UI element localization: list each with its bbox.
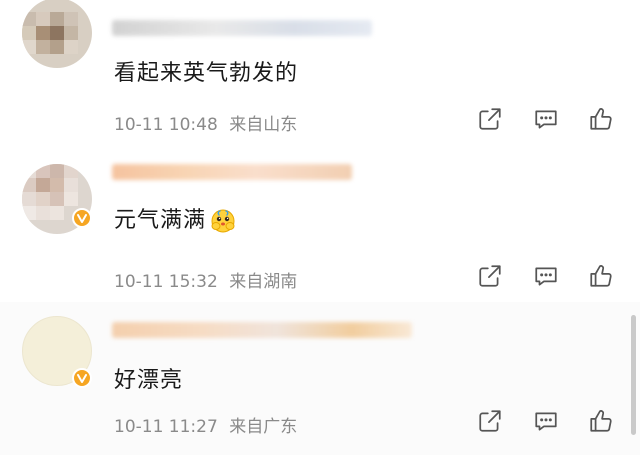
comment-meta: 10-11 11:27 来自广东 [114,412,297,437]
reply-button[interactable] [531,261,561,291]
comment-location: 来自广东 [229,417,298,437]
username-blurred[interactable] [112,164,352,180]
comment-text: 元气满满 [114,202,236,234]
like-button[interactable] [586,406,616,436]
cute-face-emoji [211,209,235,233]
verified-badge [72,368,92,388]
comment-meta: 10-11 15:32 来自湖南 [114,267,297,292]
share-icon [479,410,501,432]
verified-badge [72,208,92,228]
share-button[interactable] [475,406,505,436]
like-button[interactable] [586,261,616,291]
share-icon [479,108,501,130]
comment-location: 来自山东 [229,115,298,135]
thumbs-up-icon [590,108,612,130]
comment-time: 10-11 11:27 [114,417,218,437]
share-button[interactable] [475,261,505,291]
scrollbar[interactable] [631,315,636,435]
comment-time: 10-11 10:48 [114,115,218,135]
comment-text-content: 元气满满 [114,208,207,233]
comment-meta: 10-11 10:48 来自山东 [114,110,297,135]
comment-item: 好漂亮 10-11 11:27 来自广东 [0,302,640,455]
username-blurred[interactable] [112,20,372,36]
comment-text: 看起来英气勃发的 [114,61,299,86]
comment-text: 好漂亮 [114,368,184,393]
comment-item: 元气满满 10-11 15:32 来自湖南 [0,150,640,300]
like-button[interactable] [586,104,616,134]
reply-button[interactable] [531,104,561,134]
share-icon [479,265,501,287]
comment-item: 看起来英气勃发的 10-11 10:48 来自山东 [0,0,640,150]
comment-icon [535,267,557,286]
share-button[interactable] [475,104,505,134]
thumbs-up-icon [590,410,612,432]
comment-location: 来自湖南 [229,272,298,292]
comment-time: 10-11 15:32 [114,272,218,292]
reply-button[interactable] [531,406,561,436]
thumbs-up-icon [590,265,612,287]
avatar[interactable] [22,0,92,68]
comment-icon [535,110,557,129]
comment-icon [535,412,557,431]
verified-badge-icon [77,374,87,383]
username-blurred[interactable] [112,322,412,338]
verified-badge-icon [77,214,87,223]
